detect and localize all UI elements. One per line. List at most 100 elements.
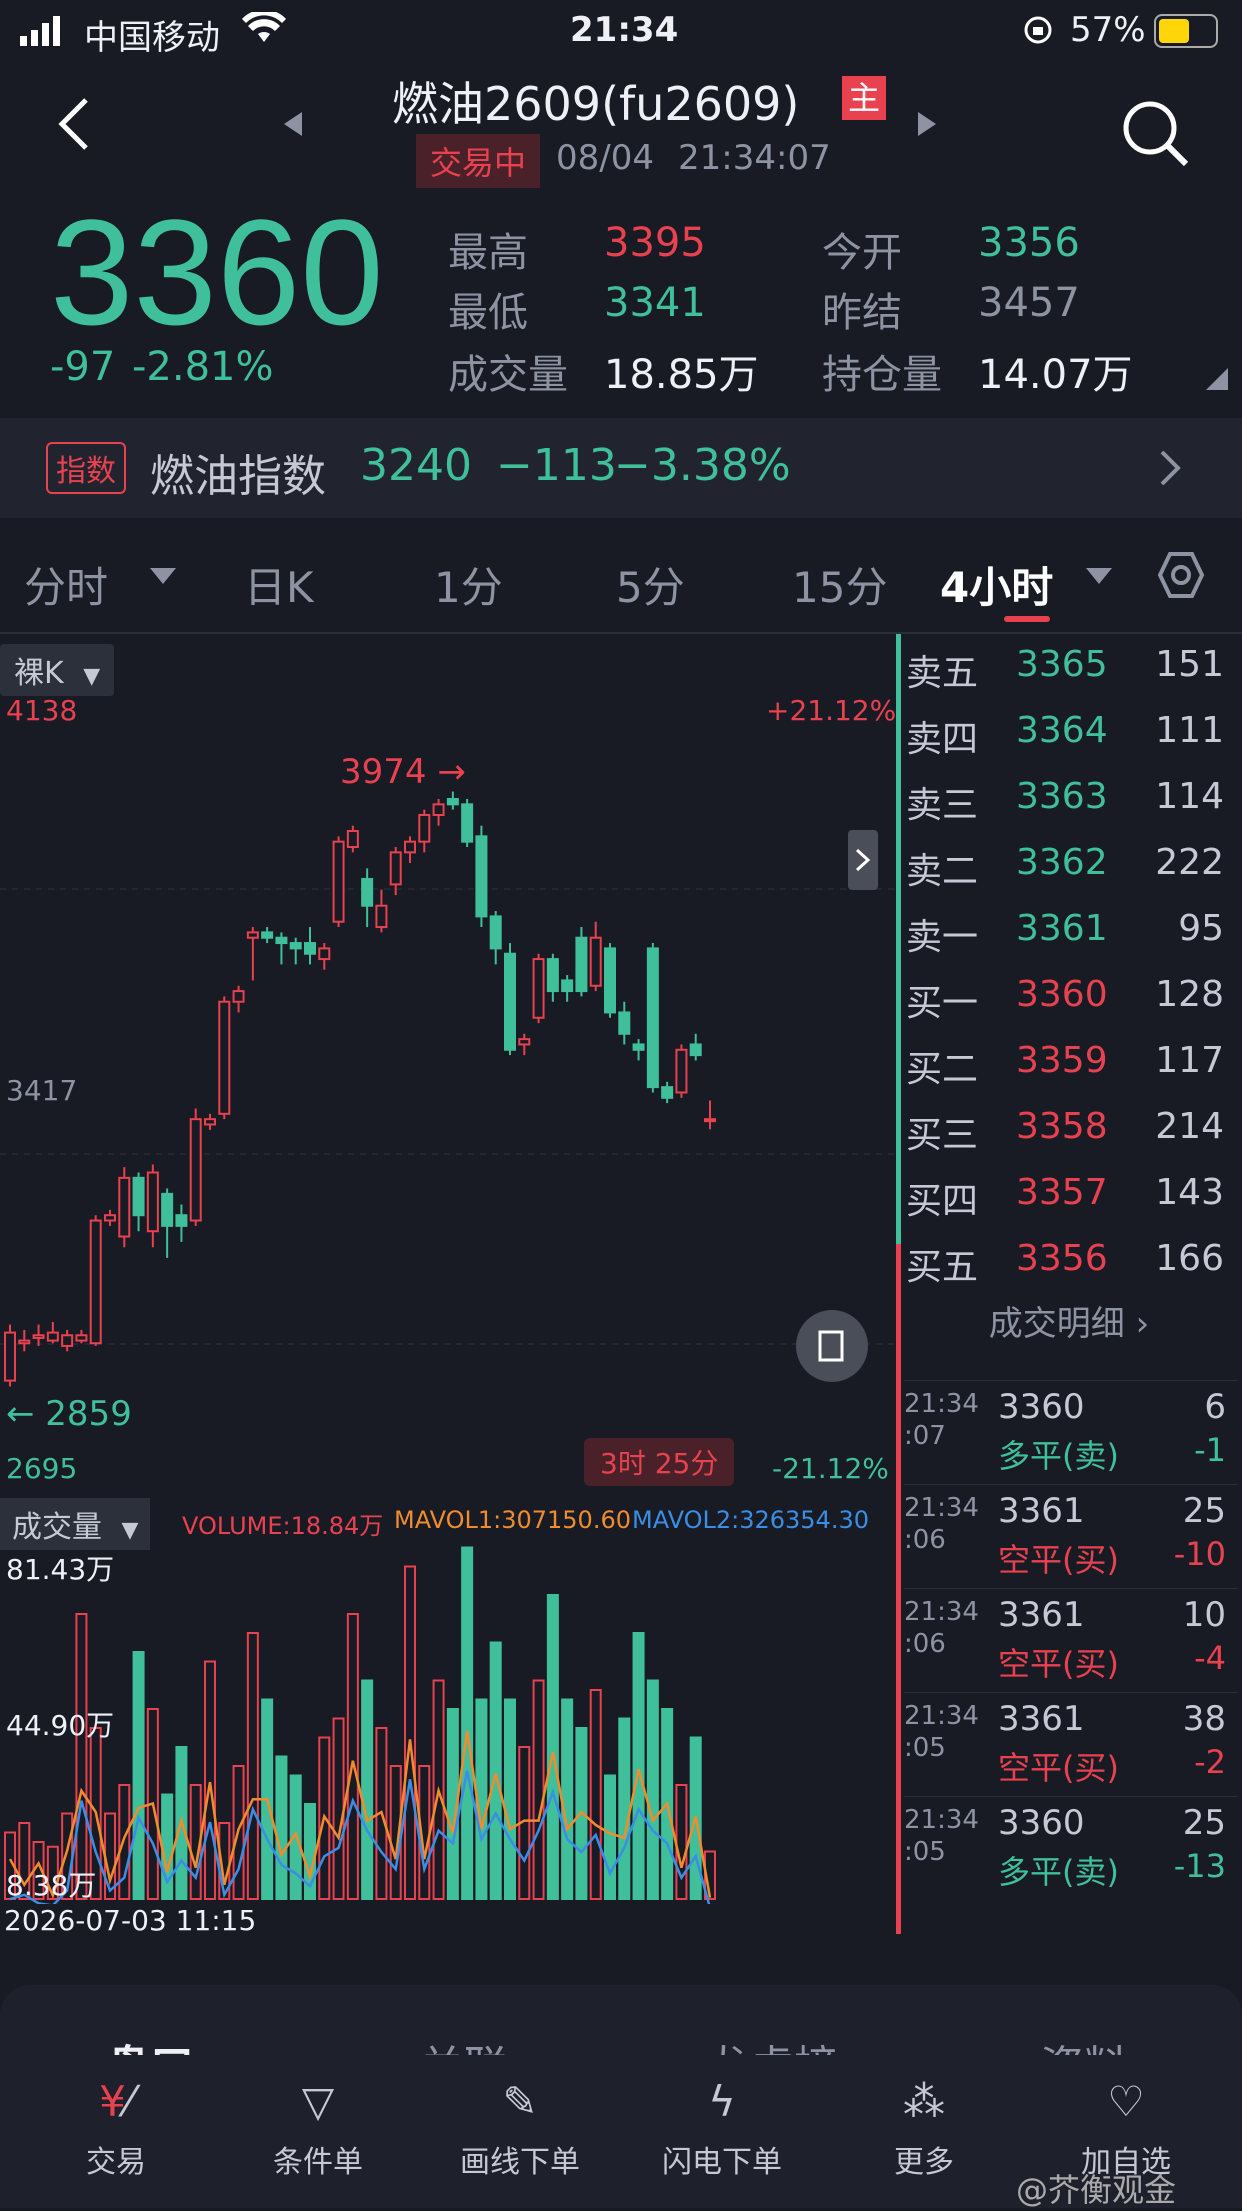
candle [704, 1100, 716, 1130]
nav-draw-order-label[interactable]: 画线下单 [450, 2137, 590, 2181]
tab-4hour[interactable]: 4小时 [940, 554, 1053, 615]
ask-side-bar [896, 634, 901, 1244]
search-icon[interactable] [1120, 98, 1192, 170]
orderbook-row[interactable]: 买二 3359 117 [906, 1030, 1236, 1096]
candle [261, 927, 274, 944]
trade-type: 空平(买) [998, 1749, 1119, 1787]
chevron-down-icon: ▼ [83, 664, 101, 689]
chevron-down-icon[interactable] [150, 568, 176, 584]
chevron-right-icon [855, 848, 871, 872]
orderbook-row[interactable]: 卖五 3365 151 [906, 634, 1236, 700]
volume-bar [546, 1594, 559, 1900]
chevron-down-icon[interactable] [1086, 568, 1112, 584]
candle [561, 975, 574, 1002]
tab-15min[interactable]: 15分 [792, 554, 887, 615]
prev-contract-icon[interactable] [284, 112, 304, 136]
nav-conditional-label[interactable]: 条件单 [248, 2137, 388, 2181]
tab-1min[interactable]: 1分 [434, 554, 503, 615]
last-price: 3360 [50, 188, 384, 356]
orderbook-row[interactable]: 买一 3360 128 [906, 964, 1236, 1030]
orderbook-row[interactable]: 买三 3358 214 [906, 1096, 1236, 1162]
level-label: 买一 [906, 983, 979, 1024]
stat-label: 最高 [448, 230, 528, 276]
tab-daily-k[interactable]: 日K [244, 554, 314, 615]
carrier-name: 中国移动 [84, 18, 220, 58]
candle [232, 985, 245, 1013]
volume-canvas[interactable] [0, 1544, 894, 1904]
lightning-icon[interactable]: ϟ [652, 2077, 792, 2126]
trade-icon[interactable]: ¥⁄ [46, 2077, 186, 2126]
trade-detail-link[interactable]: 成交明细 › [896, 1284, 1242, 1364]
index-change-pct: −3.38% [614, 440, 791, 491]
filter-icon[interactable]: ▽ [248, 2077, 388, 2126]
candle [518, 1033, 531, 1056]
trade-row: 21:34:07 3360 6 多平(卖) -1 [904, 1380, 1238, 1485]
period-tabs: 分时 日K 1分 5分 15分 4小时 [0, 520, 1242, 634]
index-badge: 指数 [46, 442, 126, 494]
mavol1-value: MAVOL1:307150.60 [394, 1506, 631, 1534]
next-contract-icon[interactable] [916, 112, 936, 136]
volume-indicator-label: 成交量 [12, 1510, 102, 1545]
index-change: −113 [496, 440, 617, 491]
candle [332, 836, 345, 928]
volume-bar [361, 1679, 374, 1900]
index-bar[interactable]: 指数 燃油指数 3240 −113 −3.38% [0, 418, 1242, 518]
orderbook-row[interactable]: 卖一 3361 95 [906, 898, 1236, 964]
settings-icon[interactable] [1156, 550, 1206, 600]
candle [204, 1113, 216, 1130]
candle [604, 943, 616, 1018]
trade-row: 21:34:06 3361 25 空平(买) -10 [904, 1484, 1238, 1589]
more-icon[interactable]: ⁂ [854, 2077, 994, 2126]
y-axis-mid-label: 3417 [6, 1074, 78, 1107]
candle [475, 825, 488, 928]
draw-icon[interactable]: ✎ [450, 2077, 590, 2126]
candle [618, 1001, 631, 1045]
nav-trade-label[interactable]: 交易 [46, 2137, 186, 2181]
stat-label: 最低 [448, 290, 528, 336]
chart-expand-button[interactable] [848, 830, 878, 890]
candle [175, 1204, 188, 1242]
heart-icon[interactable]: ♡ [1056, 2077, 1196, 2126]
quote-panel: 3360 -97 -2.81% 最高 3395 今开 3356 最低 3341 … [0, 192, 1242, 414]
orderbook-row[interactable]: 卖二 3362 222 [906, 832, 1236, 898]
time-axis-label: 2026-07-03 11:15 [4, 1904, 257, 1937]
orderbook-row[interactable]: 买四 3357 143 [906, 1162, 1236, 1228]
candle [489, 911, 502, 965]
volume-chart[interactable]: 成交量 ▼ VOLUME:18.84万 MAVOL1:307150.60 MAV… [0, 1494, 894, 1937]
candle [318, 943, 331, 970]
volume-indicator-selector[interactable]: 成交量 ▼ [0, 1498, 151, 1550]
candle [546, 953, 559, 1002]
level-price: 3364 [1016, 710, 1108, 751]
trade-row: 21:34:06 3361 10 空平(买) -4 [904, 1588, 1238, 1693]
trade-status-badge: 交易中 [416, 134, 541, 188]
expand-corner-icon[interactable] [1206, 368, 1228, 390]
kline-canvas[interactable] [0, 694, 894, 1494]
candle [132, 1172, 145, 1232]
nav-more-label[interactable]: 更多 [854, 2137, 994, 2181]
level-qty: 95 [1178, 908, 1224, 949]
level-label: 卖三 [906, 785, 979, 826]
trade-qty: 10 [1182, 1595, 1226, 1635]
orderbook-row[interactable]: 卖三 3363 114 [906, 766, 1236, 832]
kline-chart[interactable]: 裸K ▼ 4138 +21.12% 3417 2695 -21.12% 3974… [0, 634, 896, 1494]
volume-bar [404, 1565, 416, 1900]
back-icon[interactable] [56, 96, 92, 152]
rotate-icon [818, 1330, 844, 1362]
rotation-lock-icon [1024, 16, 1052, 44]
orderbook-row[interactable]: 卖四 3364 111 [906, 700, 1236, 766]
rotate-screen-button[interactable] [796, 1310, 868, 1382]
level-price: 3365 [1016, 644, 1108, 685]
candle [289, 937, 302, 965]
trade-oi-delta: -4 [1194, 1639, 1226, 1677]
tab-5min[interactable]: 5分 [616, 554, 685, 615]
kline-mode-selector[interactable]: 裸K ▼ [0, 644, 115, 696]
level-qty: 222 [1155, 842, 1224, 883]
tab-intraday[interactable]: 分时 [24, 554, 108, 615]
candle [589, 921, 602, 992]
candle [675, 1044, 688, 1098]
wifi-icon [242, 12, 286, 42]
stat-label: 成交量 [448, 352, 568, 398]
header: 燃油2609(fu2609) 主 交易中 08/04 21:34:07 [0, 62, 1242, 192]
candle [389, 847, 402, 896]
nav-flash-order-label[interactable]: 闪电下单 [652, 2137, 792, 2181]
